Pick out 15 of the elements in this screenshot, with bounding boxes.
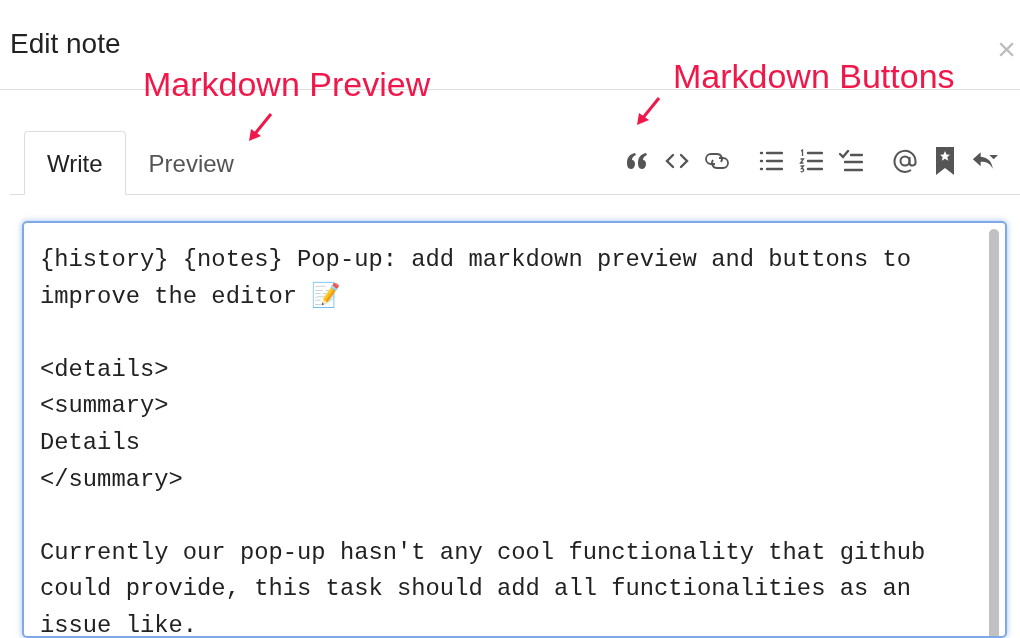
editor-text: {history} {notes} Pop-up: add markdown preview and buttons to improve the editor 📝 bbox=[40, 245, 912, 312]
annotation-arrow bbox=[249, 113, 273, 141]
tab[interactable]: Preview bbox=[125, 131, 257, 195]
scrollbar-thumb[interactable] bbox=[989, 229, 999, 636]
editor-text: Currently our pop-up hasn't any cool functionality that github could provide, this task should add all functionalities as an issue like. bbox=[40, 537, 926, 636]
editor-text: <details> <summary> Details </summary> bbox=[40, 354, 183, 495]
tab[interactable]: Write bbox=[24, 131, 126, 195]
annotation-arrow bbox=[637, 97, 661, 125]
annotation-label: Markdown Buttons bbox=[673, 56, 955, 96]
text-editor-field[interactable] bbox=[22, 221, 1007, 638]
at-sign-icon[interactable] bbox=[892, 148, 918, 174]
numbered-list-icon[interactable] bbox=[798, 148, 824, 174]
annotation-label: Markdown Preview bbox=[143, 64, 431, 104]
dialog-title: Edit note bbox=[10, 27, 121, 61]
task-list-icon[interactable] bbox=[838, 148, 864, 174]
